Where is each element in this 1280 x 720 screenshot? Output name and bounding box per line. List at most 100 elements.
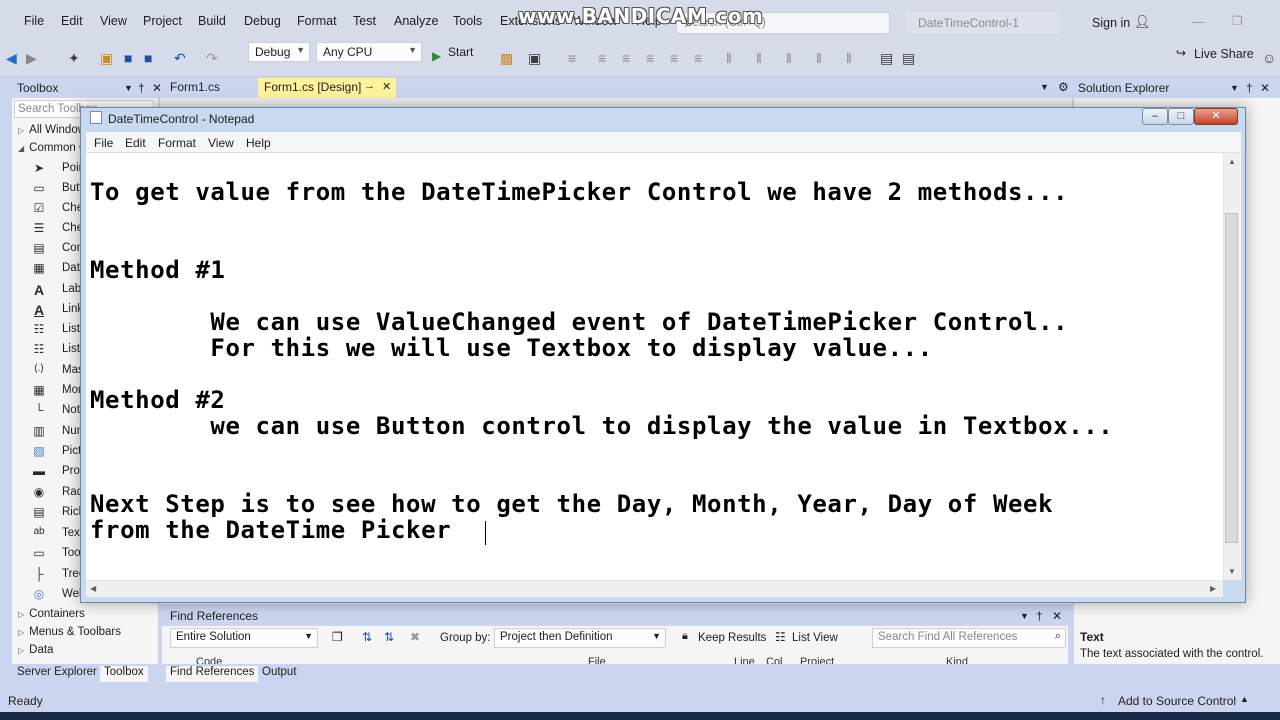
tab-find-references[interactable]: Find References xyxy=(166,666,259,682)
scroll-down-icon[interactable]: ▼ xyxy=(1228,567,1236,576)
open-folder-icon[interactable]: ▣ xyxy=(100,50,113,67)
menu-analyze[interactable]: Analyze xyxy=(394,14,438,28)
settings-icon[interactable]: ⚙ xyxy=(1058,80,1069,94)
horizontal-scrollbar[interactable]: ◀ ▶ xyxy=(86,580,1223,597)
keep-results-button[interactable]: Keep Results xyxy=(698,632,766,644)
add-to-source-control[interactable]: Add to Source Control xyxy=(1118,694,1236,708)
size-width-icon[interactable]: ‖ xyxy=(726,50,732,66)
align-top-icon[interactable]: ≡ xyxy=(646,50,654,66)
back-icon[interactable]: ◀ xyxy=(6,50,17,67)
image-icon[interactable]: ▣ xyxy=(528,50,541,67)
notepad-text-content[interactable]: To get value from the DateTimePicker Con… xyxy=(90,179,1113,543)
menu-view[interactable]: View xyxy=(100,14,127,28)
new-project-icon[interactable]: ✦ xyxy=(68,50,80,67)
save-all-icon[interactable]: ■ xyxy=(144,50,152,66)
copy-icon[interactable]: ❐ xyxy=(332,630,343,644)
menu-project[interactable]: Project xyxy=(143,14,182,28)
live-share-button[interactable]: Live Share xyxy=(1194,47,1254,61)
next-icon[interactable]: ⇅ xyxy=(384,630,394,644)
find-refs-search-input[interactable]: Search Find All References ⌕ xyxy=(872,628,1066,648)
attach-icon[interactable]: ▩ xyxy=(500,50,513,67)
close-tab-icon[interactable]: ✕ xyxy=(382,80,391,93)
notepad-menu-help[interactable]: Help xyxy=(246,136,271,150)
center-icon[interactable]: ‖ xyxy=(846,50,852,66)
menu-test[interactable]: Test xyxy=(353,14,376,28)
prev-icon[interactable]: ⇅ xyxy=(362,630,372,644)
caret-up-icon[interactable]: ▲ xyxy=(1240,694,1249,704)
minimize-button[interactable]: – xyxy=(1142,108,1168,125)
scroll-right-icon[interactable]: ▶ xyxy=(1210,584,1216,593)
close-icon[interactable]: ✕ xyxy=(1260,81,1270,95)
toolbox-group-menus[interactable]: ▷ Menus & Toolbars xyxy=(18,626,121,638)
minimize-icon[interactable]: — xyxy=(1192,14,1205,29)
align-right-icon[interactable]: ≡ xyxy=(622,50,630,66)
tab-dropdown-icon[interactable]: ▼ xyxy=(1040,82,1049,92)
person-icon[interactable]: 👤︎ xyxy=(1134,14,1151,30)
windows-taskbar xyxy=(0,712,1280,720)
live-share-icon[interactable]: ↪ xyxy=(1176,46,1186,60)
size-height-icon[interactable]: ‖ xyxy=(756,50,762,66)
scroll-up-icon[interactable]: ▲ xyxy=(1228,157,1236,166)
scope-combo[interactable]: Entire Solution ▼ xyxy=(170,628,318,648)
vertical-scroll-thumb[interactable] xyxy=(1225,213,1238,543)
restore-icon[interactable]: ❐ xyxy=(1232,14,1243,28)
textbox-icon: ab xyxy=(33,526,45,537)
collapse-icon: ◢ xyxy=(18,144,25,153)
undo-icon[interactable]: ↶ xyxy=(174,50,186,67)
spacing-icon[interactable]: ‖ xyxy=(816,50,822,66)
pointer-icon: ➤ xyxy=(33,161,45,175)
align-bottom-icon[interactable]: ≡ xyxy=(694,50,702,66)
lock-icon[interactable]: 🔒︎ xyxy=(682,630,688,643)
notepad-menu-view[interactable]: View xyxy=(208,136,234,150)
tab-form1-cs[interactable]: Form1.cs xyxy=(164,78,254,98)
group-by-combo[interactable]: Project then Definition ▼ xyxy=(494,628,666,648)
start-icon[interactable]: ▶ xyxy=(432,49,441,63)
pin-icon[interactable]: † xyxy=(1246,81,1253,95)
close-button[interactable]: ✕ xyxy=(1194,108,1238,125)
tab-toolbox[interactable]: Toolbox xyxy=(100,666,148,682)
redo-icon[interactable]: ↷ xyxy=(206,50,218,67)
menu-tools[interactable]: Tools xyxy=(453,14,482,28)
notepad-menu-file[interactable]: File xyxy=(94,136,113,150)
progressbar-icon: ▬ xyxy=(33,464,45,478)
send-back-icon[interactable]: ▤ xyxy=(902,50,915,67)
tab-server-explorer[interactable]: Server Explorer xyxy=(13,666,101,682)
bandicam-watermark: www.BANDICAM.com xyxy=(518,4,764,28)
forward-icon[interactable]: ▶ xyxy=(26,50,37,67)
dropdown-icon[interactable]: ▼ xyxy=(1230,83,1239,93)
menu-format[interactable]: Format xyxy=(297,14,337,28)
tab-output[interactable]: Output xyxy=(258,666,301,682)
close-icon[interactable]: ✕ xyxy=(1052,609,1062,623)
pin-icon[interactable]: † xyxy=(138,81,145,95)
menu-file[interactable]: File xyxy=(24,14,44,28)
maximize-button[interactable]: □ xyxy=(1168,108,1194,125)
tab-form1-design[interactable]: Form1.cs [Design] → ✕ xyxy=(258,78,396,98)
signin-link[interactable]: Sign in xyxy=(1092,16,1130,30)
start-button[interactable]: Start xyxy=(448,45,473,59)
dropdown-icon[interactable]: ▼ xyxy=(124,83,133,93)
dropdown-icon[interactable]: ▼ xyxy=(1020,611,1029,621)
notepad-menu-format[interactable]: Format xyxy=(158,136,196,150)
align-left-icon[interactable]: ≡ xyxy=(568,50,576,66)
clear-filter-icon[interactable]: ✖ xyxy=(410,630,420,644)
chevron-down-icon: ▼ xyxy=(304,631,313,641)
list-view-button[interactable]: List View xyxy=(792,632,838,644)
toolbox-group-data[interactable]: ▷ Data xyxy=(18,644,53,656)
align-middle-icon[interactable]: ≡ xyxy=(670,50,678,66)
feedback-icon[interactable]: ☺ xyxy=(1262,50,1276,66)
size-both-icon[interactable]: ‖ xyxy=(786,50,792,66)
save-icon[interactable]: ■ xyxy=(124,50,132,66)
platform-combo[interactable]: Any CPU ▼ xyxy=(316,42,422,62)
scroll-left-icon[interactable]: ◀ xyxy=(90,584,96,593)
menu-build[interactable]: Build xyxy=(198,14,226,28)
pin-icon[interactable]: † xyxy=(1036,609,1043,623)
toolbox-group-containers[interactable]: ▷ Containers xyxy=(18,608,85,620)
bring-front-icon[interactable]: ▤ xyxy=(880,50,893,67)
config-combo[interactable]: Debug ▼ xyxy=(248,42,310,62)
list-view-icon[interactable]: ☷ xyxy=(775,630,786,644)
align-center-icon[interactable]: ≡ xyxy=(598,50,606,66)
pin-icon[interactable]: → xyxy=(364,80,375,92)
menu-debug[interactable]: Debug xyxy=(244,14,281,28)
notepad-menu-edit[interactable]: Edit xyxy=(125,136,146,150)
menu-edit[interactable]: Edit xyxy=(61,14,83,28)
